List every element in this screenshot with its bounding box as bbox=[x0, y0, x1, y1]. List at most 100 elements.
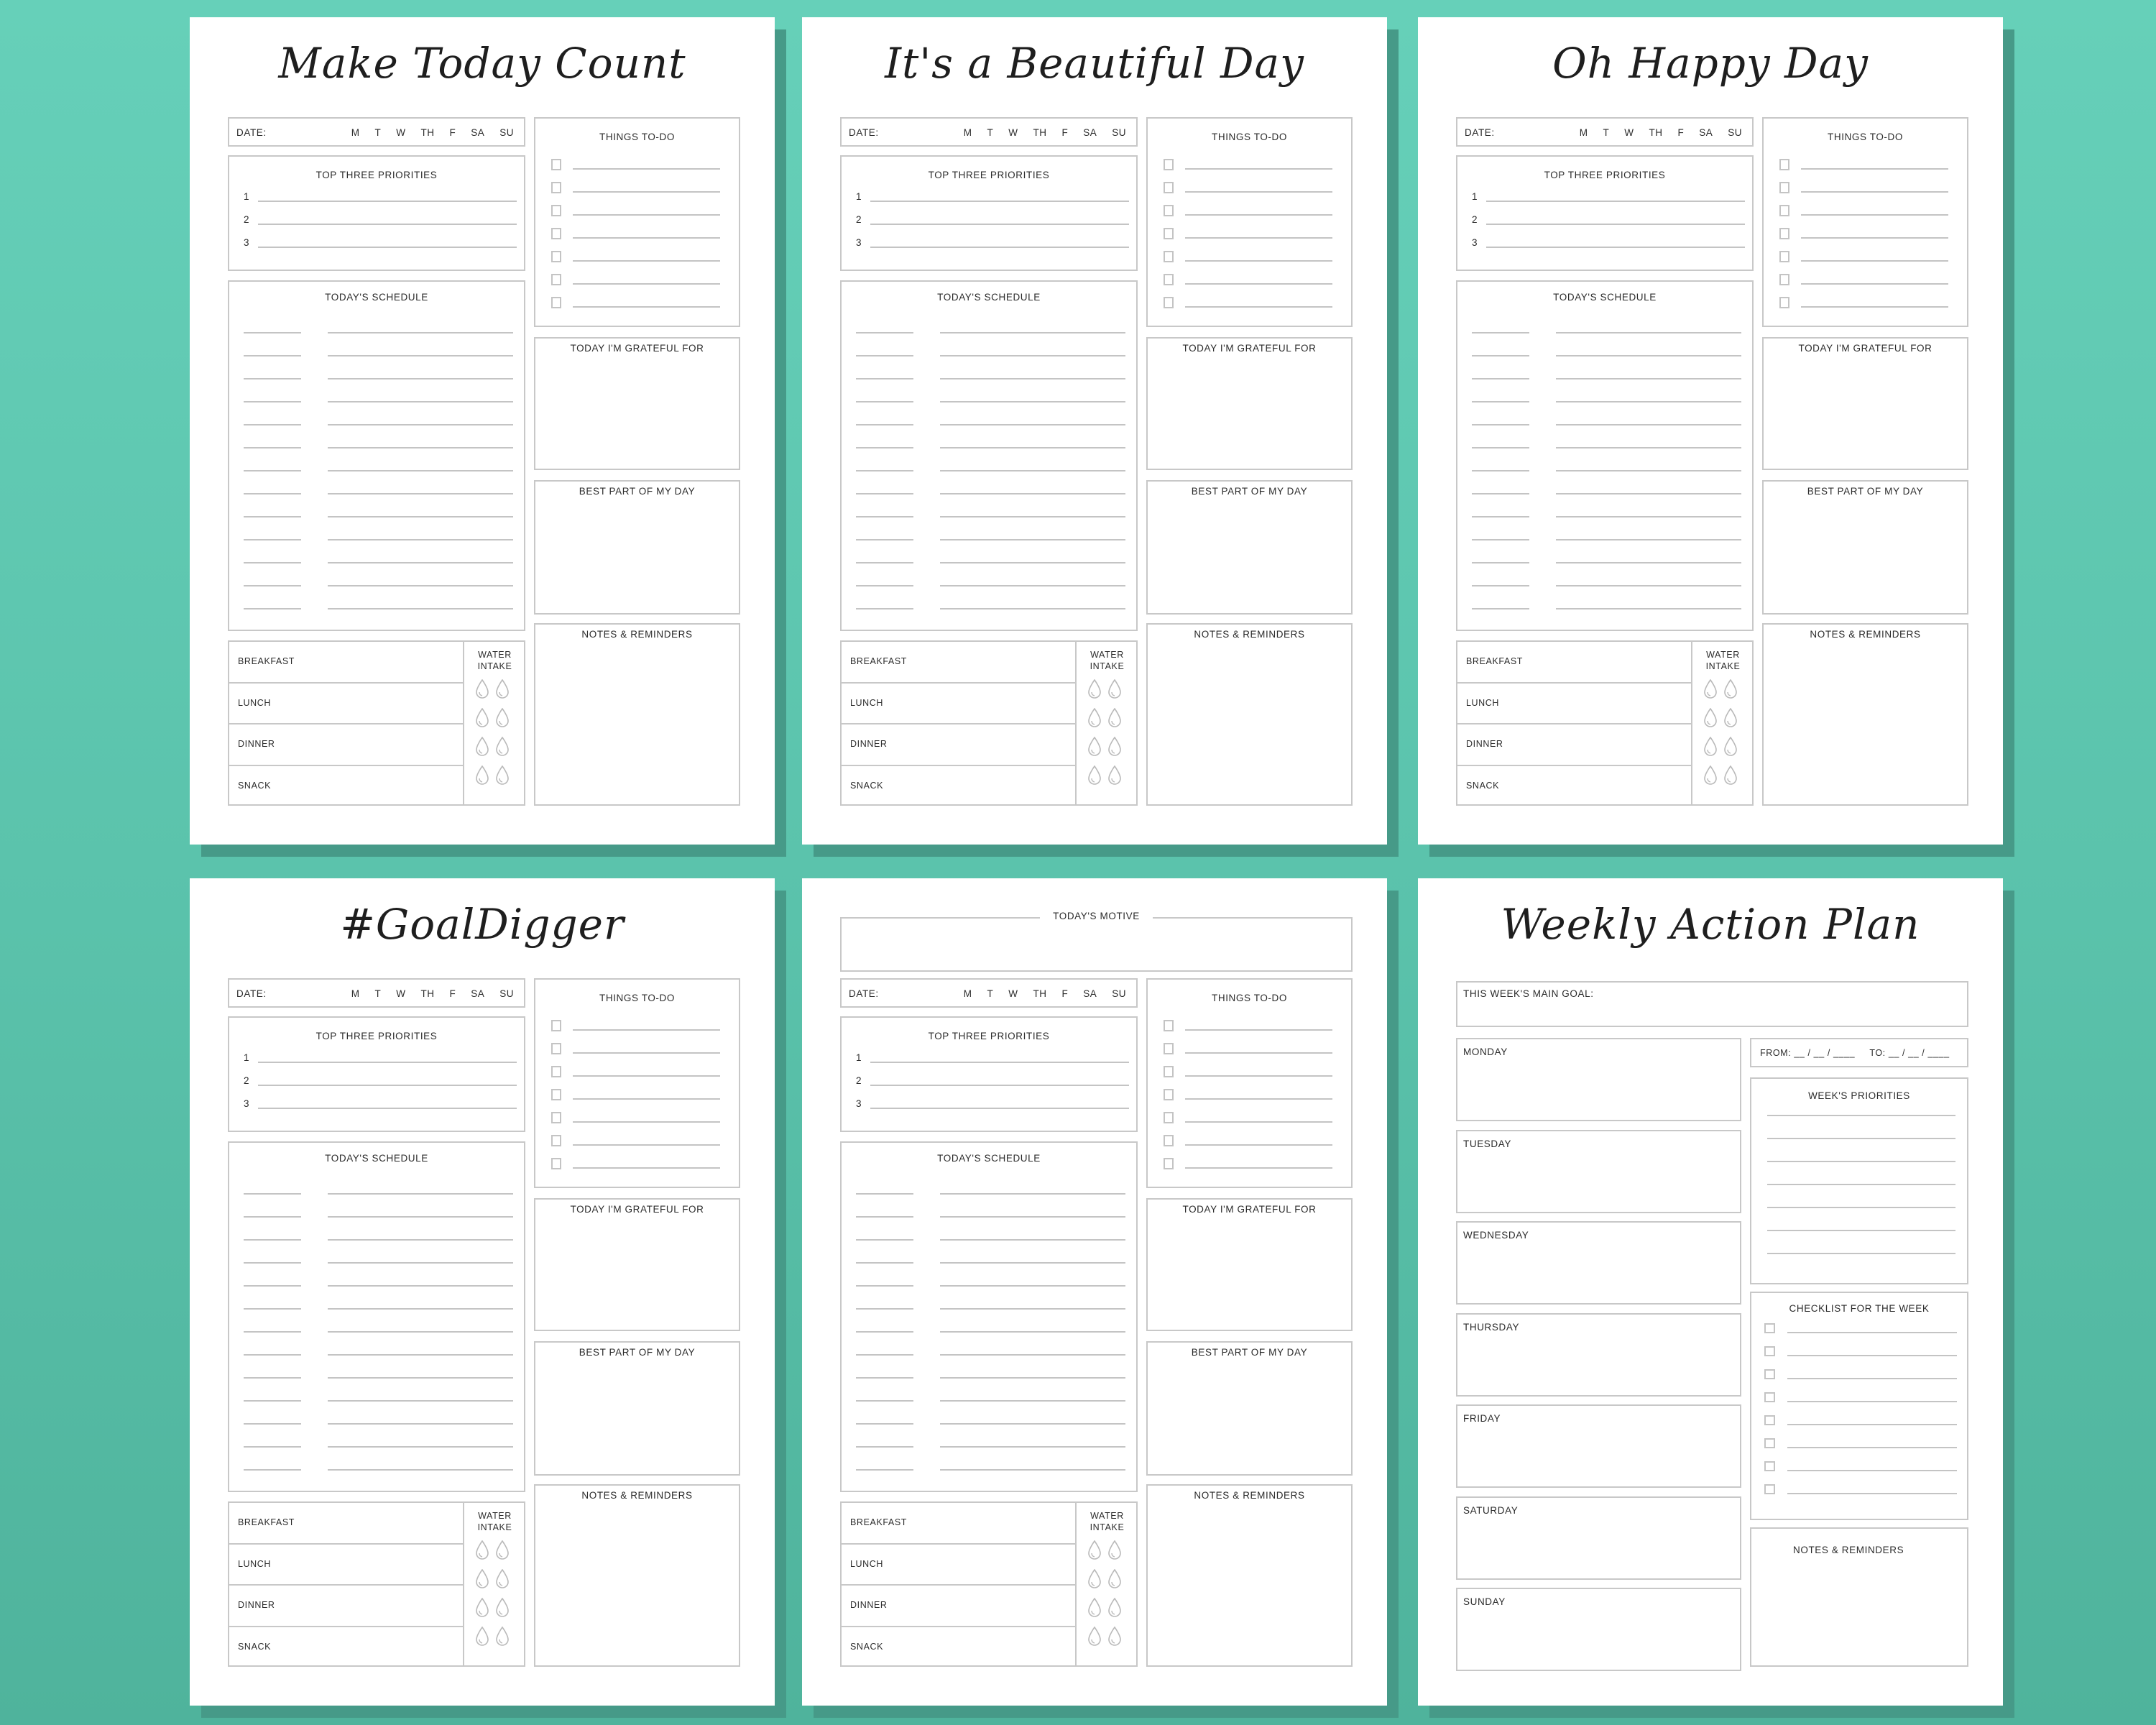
schedule-time-line[interactable] bbox=[1472, 332, 1529, 334]
meal-row-breakfast[interactable]: BREAKFAST bbox=[842, 642, 1075, 684]
day-box-thursday[interactable]: THURSDAY bbox=[1456, 1312, 1741, 1397]
weekday-m[interactable]: M bbox=[964, 988, 972, 999]
week-checklist-line[interactable] bbox=[1787, 1378, 1957, 1379]
schedule-time-line[interactable] bbox=[856, 447, 913, 448]
todo-line[interactable] bbox=[1801, 237, 1948, 239]
schedule-time-line[interactable] bbox=[1472, 424, 1529, 426]
todo-line[interactable] bbox=[1185, 1144, 1332, 1146]
priority-line[interactable] bbox=[258, 201, 517, 202]
schedule-task-line[interactable] bbox=[328, 1285, 513, 1287]
meal-row-lunch[interactable]: LUNCH bbox=[1457, 684, 1691, 724]
meal-row-snack[interactable]: SNACK bbox=[1457, 766, 1691, 808]
water-drop-icon[interactable] bbox=[1107, 1568, 1122, 1589]
water-drop-icon[interactable] bbox=[1723, 736, 1738, 757]
todo-line[interactable] bbox=[1801, 283, 1948, 285]
schedule-task-line[interactable] bbox=[1556, 493, 1741, 494]
priority-line[interactable] bbox=[870, 224, 1129, 225]
meal-row-lunch[interactable]: LUNCH bbox=[842, 1545, 1075, 1586]
notes-box[interactable]: NOTES & REMINDERS bbox=[534, 623, 740, 806]
schedule-time-line[interactable] bbox=[1472, 355, 1529, 356]
todo-checkbox[interactable] bbox=[1779, 251, 1789, 262]
best-part-box[interactable]: BEST PART OF MY DAY bbox=[1146, 480, 1353, 615]
todo-checkbox[interactable] bbox=[1779, 274, 1789, 285]
schedule-task-line[interactable] bbox=[940, 1216, 1125, 1218]
schedule-time-line[interactable] bbox=[1472, 470, 1529, 472]
water-drop-icon[interactable] bbox=[1087, 678, 1102, 699]
water-drop-icon[interactable] bbox=[495, 736, 510, 757]
grateful-box[interactable]: TODAY I'M GRATEFUL FOR bbox=[534, 337, 740, 470]
todo-line[interactable] bbox=[1185, 1052, 1332, 1054]
schedule-task-line[interactable] bbox=[1556, 401, 1741, 402]
todo-checkbox[interactable] bbox=[551, 274, 561, 285]
meal-row-breakfast[interactable]: BREAKFAST bbox=[229, 1503, 463, 1545]
weekday-f[interactable]: F bbox=[1061, 988, 1068, 999]
notes-box[interactable]: NOTES & REMINDERS bbox=[1762, 623, 1968, 806]
schedule-task-line[interactable] bbox=[940, 1377, 1125, 1379]
schedule-task-line[interactable] bbox=[328, 1262, 513, 1264]
schedule-time-line[interactable] bbox=[244, 424, 301, 426]
schedule-time-line[interactable] bbox=[856, 470, 913, 472]
priority-line[interactable] bbox=[1486, 224, 1745, 225]
schedule-task-line[interactable] bbox=[1556, 562, 1741, 564]
schedule-time-line[interactable] bbox=[244, 1239, 301, 1241]
todo-line[interactable] bbox=[1801, 191, 1948, 193]
schedule-task-line[interactable] bbox=[940, 539, 1125, 540]
schedule-task-line[interactable] bbox=[328, 1331, 513, 1333]
todo-line[interactable] bbox=[1801, 260, 1948, 262]
grateful-box[interactable]: TODAY I'M GRATEFUL FOR bbox=[1762, 337, 1968, 470]
weekday-m[interactable]: M bbox=[351, 127, 360, 138]
todo-checkbox[interactable] bbox=[551, 182, 561, 193]
meal-row-dinner[interactable]: DINNER bbox=[1457, 724, 1691, 766]
todo-line[interactable] bbox=[573, 283, 720, 285]
todo-checkbox[interactable] bbox=[551, 1066, 561, 1077]
schedule-task-line[interactable] bbox=[940, 562, 1125, 564]
todo-checkbox[interactable] bbox=[1164, 205, 1174, 216]
weekday-w[interactable]: W bbox=[1008, 988, 1018, 999]
water-drop-icon[interactable] bbox=[1107, 1626, 1122, 1647]
todo-line[interactable] bbox=[573, 306, 720, 308]
water-drop-icon[interactable] bbox=[475, 765, 489, 786]
weekday-w[interactable]: W bbox=[1624, 127, 1634, 138]
water-drop-icon[interactable] bbox=[475, 1626, 489, 1647]
schedule-time-line[interactable] bbox=[856, 1262, 913, 1264]
schedule-time-line[interactable] bbox=[856, 1308, 913, 1310]
water-drop-icon[interactable] bbox=[1107, 736, 1122, 757]
schedule-task-line[interactable] bbox=[940, 585, 1125, 586]
todo-checkbox[interactable] bbox=[551, 1043, 561, 1054]
water-drop-icon[interactable] bbox=[495, 1568, 510, 1589]
todo-checkbox[interactable] bbox=[1779, 297, 1789, 308]
meal-row-snack[interactable]: SNACK bbox=[229, 766, 463, 808]
schedule-time-line[interactable] bbox=[244, 401, 301, 402]
schedule-time-line[interactable] bbox=[1472, 447, 1529, 448]
todo-line[interactable] bbox=[573, 1052, 720, 1054]
schedule-time-line[interactable] bbox=[244, 355, 301, 356]
schedule-task-line[interactable] bbox=[940, 401, 1125, 402]
week-priority-line[interactable] bbox=[1767, 1115, 1955, 1116]
schedule-task-line[interactable] bbox=[328, 378, 513, 380]
schedule-task-line[interactable] bbox=[328, 470, 513, 472]
weekday-m[interactable]: M bbox=[964, 127, 972, 138]
water-drop-icon[interactable] bbox=[1107, 1597, 1122, 1618]
water-drop-icon[interactable] bbox=[495, 707, 510, 728]
date-box[interactable]: DATE: M T W TH F SA SU bbox=[1456, 117, 1754, 147]
water-drop-icon[interactable] bbox=[1703, 765, 1718, 786]
todo-checkbox[interactable] bbox=[1779, 228, 1789, 239]
meal-row-dinner[interactable]: DINNER bbox=[229, 724, 463, 766]
schedule-time-line[interactable] bbox=[244, 585, 301, 586]
meal-row-lunch[interactable]: LUNCH bbox=[229, 684, 463, 724]
water-drop-icon[interactable] bbox=[1107, 1540, 1122, 1560]
schedule-task-line[interactable] bbox=[328, 1193, 513, 1195]
day-box-friday[interactable]: FRIDAY bbox=[1456, 1404, 1741, 1488]
notes-box[interactable]: NOTES & REMINDERS bbox=[1146, 1484, 1353, 1667]
week-priority-line[interactable] bbox=[1767, 1230, 1955, 1231]
motive-box[interactable] bbox=[840, 917, 1353, 972]
todo-checkbox[interactable] bbox=[1164, 1089, 1174, 1100]
schedule-task-line[interactable] bbox=[1556, 424, 1741, 426]
meal-row-breakfast[interactable]: BREAKFAST bbox=[229, 642, 463, 684]
schedule-task-line[interactable] bbox=[328, 447, 513, 448]
todo-line[interactable] bbox=[573, 214, 720, 216]
todo-checkbox[interactable] bbox=[1164, 251, 1174, 262]
weekday-th[interactable]: TH bbox=[1033, 127, 1046, 138]
todo-line[interactable] bbox=[1801, 214, 1948, 216]
todo-line[interactable] bbox=[573, 237, 720, 239]
